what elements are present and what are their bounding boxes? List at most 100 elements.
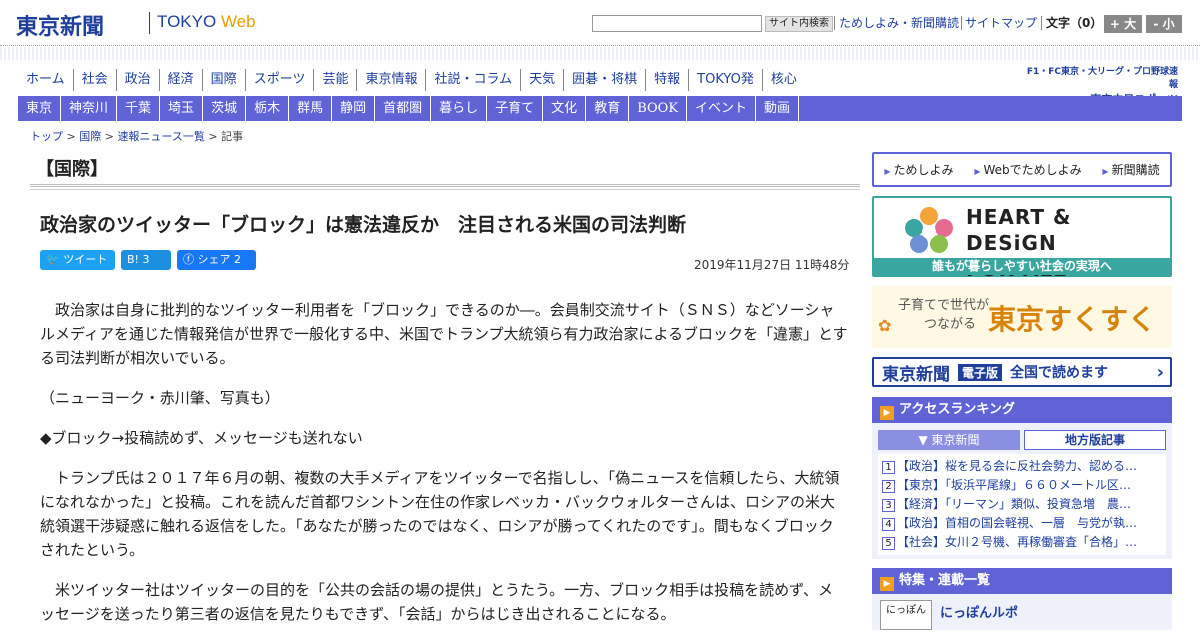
- ranking-item[interactable]: 5 【社会】女川２号機、再稼働審査「合格」…: [878, 533, 1166, 552]
- features-header: ▶ 特集・連載一覧: [872, 568, 1172, 594]
- secondary-nav-item[interactable]: 栃木: [246, 96, 290, 121]
- breadcrumb-current: 記事: [221, 130, 244, 143]
- ranking-item[interactable]: 1 【政治】桜を見る会に反社会勢力、認める…: [878, 457, 1166, 476]
- sukusuku-logo: 東京すくすく: [988, 303, 1157, 336]
- secondary-nav-item[interactable]: 暮らし: [431, 96, 488, 121]
- secondary-nav-item[interactable]: 東京: [18, 96, 62, 121]
- facebook-icon: ⓕ: [183, 253, 194, 266]
- primary-nav-item[interactable]: ホーム: [18, 69, 73, 91]
- primary-nav-item[interactable]: 東京情報: [356, 69, 425, 91]
- digital-edition-text: 全国で読めます: [1010, 365, 1109, 381]
- secondary-nav-item[interactable]: BOOK: [629, 96, 688, 121]
- twitter-icon: 🐦: [46, 253, 60, 266]
- secondary-nav-item[interactable]: 文化: [543, 96, 587, 121]
- features-list: ▶ 特集・連載一覧 にっぽん にっぽんルポ: [872, 568, 1172, 630]
- digital-edition-logo: 東京新聞: [882, 364, 950, 385]
- facebook-share-button[interactable]: ⓕ シェア 2: [177, 250, 256, 270]
- primary-nav: ホーム 社会 政治 経済 国際 スポーツ 芸能 東京情報 社説・コラム 天気 囲碁・将棋 特報 TOKY…: [18, 69, 805, 91]
- primary-nav-item[interactable]: 社会: [72, 69, 116, 91]
- heart-design-banner[interactable]: HEART & DESiGNFOR ALL 誰もが暮らしやすい社会の実現へ: [872, 196, 1172, 281]
- primary-nav-item[interactable]: 天気: [520, 69, 563, 91]
- secondary-nav-item[interactable]: イベント: [687, 96, 757, 121]
- secondary-nav-item[interactable]: 教育: [586, 96, 630, 121]
- article-headline: 政治家のツイッター「ブロック」は憲法違反か 注目される米国の司法判断: [40, 214, 687, 236]
- digital-edition-badge: 電子版: [958, 363, 1003, 381]
- search-input[interactable]: [592, 15, 762, 32]
- tab-tokyo-shimbun[interactable]: ▼ 東京新聞: [878, 430, 1020, 450]
- ranking-item[interactable]: 3 【経済】「リーマン」類似、投資急増 農…: [878, 495, 1166, 514]
- sitemap-link[interactable]: サイトマップ: [965, 16, 1037, 30]
- subscribe-link[interactable]: 新聞購読: [1102, 161, 1160, 178]
- secondary-nav-item[interactable]: 千葉: [117, 96, 161, 121]
- primary-nav-item[interactable]: 社説・コラム: [425, 69, 520, 91]
- secondary-nav-item[interactable]: 神奈川: [61, 96, 118, 121]
- section-label: 【国際】: [36, 159, 108, 180]
- chevron-right-icon: ›: [1156, 361, 1164, 383]
- ranking-item[interactable]: 4 【政治】首相の国会軽視、一層 与党が執…: [878, 514, 1166, 533]
- secondary-nav-item[interactable]: 首都圏: [375, 96, 432, 121]
- article-credit: （ニューヨーク・赤川肇、写真も）: [40, 389, 280, 407]
- feature-item[interactable]: にっぽん にっぽんルポ: [872, 594, 1172, 630]
- access-ranking: ▶ アクセスランキング ▼ 東京新聞 地方版記事 1 【政治】桜を見る会に反社会勢力…: [872, 397, 1172, 559]
- feature-item-title: にっぽんルポ: [940, 606, 1019, 621]
- subscription-links: ためしよみ Webでためしよみ 新聞購読: [872, 152, 1172, 187]
- breadcrumb-top[interactable]: トップ: [30, 130, 63, 143]
- secondary-nav-item[interactable]: 動画: [756, 96, 800, 121]
- primary-nav-item[interactable]: TOKYO発: [688, 69, 762, 91]
- features-title: 特集・連載一覧: [899, 573, 991, 588]
- divider: [961, 16, 962, 30]
- primary-nav-item[interactable]: 特報: [645, 69, 688, 91]
- ranking-tabs: ▼ 東京新聞 地方版記事: [872, 423, 1172, 450]
- font-smaller-button[interactable]: - 小: [1146, 15, 1182, 33]
- divider: [1041, 16, 1042, 30]
- primary-nav-item[interactable]: 国際: [201, 69, 245, 91]
- flower-logo-icon: [905, 207, 953, 253]
- search-button[interactable]: サイト内検索: [765, 16, 833, 32]
- header-pattern: [0, 47, 1200, 60]
- secondary-nav-item[interactable]: 埼玉: [160, 96, 204, 121]
- divider: [834, 16, 835, 30]
- primary-nav-item[interactable]: 核心: [761, 69, 805, 91]
- ranking-item[interactable]: 2 【東京】「坂浜平尾線」６６０メートル区…: [878, 476, 1166, 495]
- features-icon: ▶: [880, 577, 894, 591]
- tokyo-web-logo[interactable]: TOKYO Web: [157, 12, 256, 32]
- secondary-nav-item[interactable]: 静岡: [332, 96, 376, 121]
- tweet-button[interactable]: 🐦 ツイート: [40, 250, 115, 270]
- secondary-nav-item[interactable]: 群馬: [289, 96, 333, 121]
- flower-icon: ✿: [878, 316, 892, 335]
- digital-edition-banner[interactable]: 東京新聞 電子版 全国で読めます ›: [872, 357, 1172, 387]
- article-paragraph: 政治家は自身に批判的なツイッター利用者を「ブロック」できるのか―。会員制交流サイ…: [40, 301, 848, 367]
- secondary-nav: 東京 神奈川 千葉 埼玉 茨城 栃木 群馬 静岡 首都圏 暮らし 子育て 文化 教育 BOOK イベント 動画: [18, 96, 1182, 121]
- breadcrumb-news[interactable]: 速報ニュース一覧: [117, 130, 204, 143]
- tweet-label: ツイート: [63, 253, 108, 266]
- article-body: 政治家は自身に批判的なツイッター利用者を「ブロック」できるのか―。会員制交流サイ…: [40, 298, 848, 642]
- secondary-nav-item[interactable]: 子育て: [487, 96, 544, 121]
- trial-subscribe-link[interactable]: ためしよみ・新聞購読: [839, 16, 959, 30]
- primary-nav-item[interactable]: 政治: [115, 69, 159, 91]
- breadcrumb-intl[interactable]: 国際: [79, 130, 101, 143]
- tab-local-edition[interactable]: 地方版記事: [1024, 430, 1166, 450]
- web-trial-link[interactable]: Webでためしよみ: [974, 161, 1081, 178]
- ranking-header: ▶ アクセスランキング: [872, 397, 1172, 423]
- font-larger-button[interactable]: + 大: [1104, 15, 1142, 33]
- hatena-bookmark-button[interactable]: B! 3: [121, 250, 171, 270]
- trial-link[interactable]: ためしよみ: [884, 161, 954, 178]
- logo-divider: [149, 12, 150, 34]
- feature-thumbnail: にっぽん: [880, 600, 932, 630]
- site-header: 東京新聞 TOKYO Web サイト内検索 ためしよみ・新聞購読 サイトマップ …: [0, 0, 1200, 46]
- ranking-icon: ▶: [880, 406, 894, 420]
- article-subheading: ◆ブロック→投稿読めず、メッセージも送れない: [40, 429, 363, 447]
- section-rule: [30, 184, 860, 190]
- primary-nav-item[interactable]: 囲碁・将棋: [563, 69, 645, 91]
- site-logo[interactable]: 東京新聞: [16, 9, 104, 41]
- primary-nav-item[interactable]: スポーツ: [244, 69, 314, 91]
- sukusuku-banner[interactable]: 子育てで世代が つながる 東京すくすく ✿: [872, 286, 1172, 348]
- facebook-share-label: シェア 2: [197, 253, 242, 266]
- secondary-nav-item[interactable]: 茨城: [203, 96, 247, 121]
- heart-design-caption: 誰もが暮らしやすい社会の実現へ: [874, 258, 1170, 275]
- article-paragraph: トランプ氏は２０１７年６月の朝、複数の大手メディアをツイッターで名指しし、「偽ニ…: [40, 469, 840, 559]
- sports-banner-line1: F1・FC東京・大リーグ・プロ野球速報: [1026, 67, 1178, 90]
- primary-nav-item[interactable]: 芸能: [313, 69, 356, 91]
- ranking-list: 1 【政治】桜を見る会に反社会勢力、認める… 2 【東京】「坂浜平尾線」６６０メート…: [878, 454, 1166, 555]
- primary-nav-item[interactable]: 経済: [158, 69, 202, 91]
